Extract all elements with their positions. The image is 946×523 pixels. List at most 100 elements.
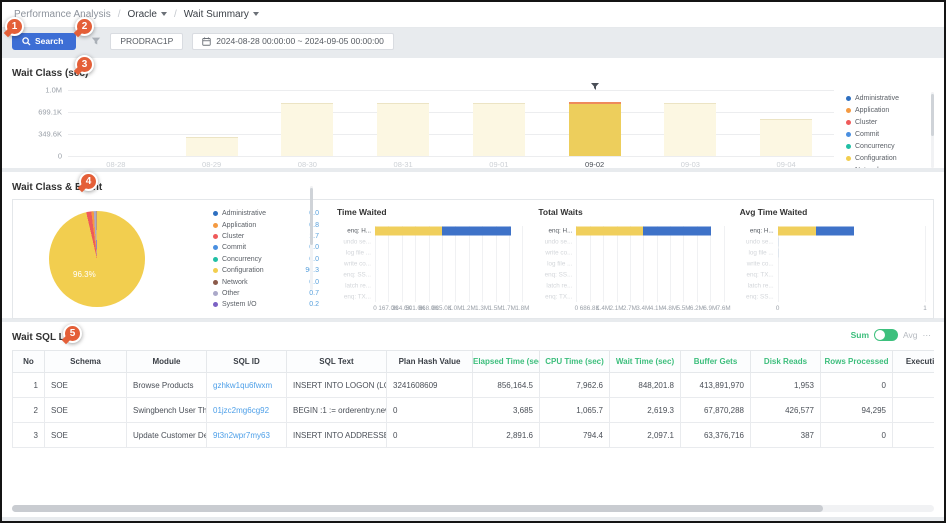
scrollbar-thumb[interactable] [931,94,934,136]
time-waited-chart: Time Waited 0167.0K334.0K501.0K668.0K835… [329,200,530,318]
sql-id-link[interactable]: gzhkw1qu6fwxm [207,373,287,398]
y-axis-label: enq: TX... [536,293,572,300]
bar[interactable] [377,103,429,156]
gridline [925,226,926,302]
column-header-sql-text[interactable]: SQL Text [287,351,387,373]
y-axis-label: enq: H... [738,228,774,235]
breadcrumb: Performance Analysis / Oracle / Wait Sum… [2,2,944,28]
search-button[interactable]: Search [12,33,76,50]
bar[interactable] [473,103,525,156]
column-header-disk-reads[interactable]: Disk Reads [751,351,821,373]
bar[interactable] [576,227,723,236]
wait-event-card: Wait Class & Event 96.3% Administrative0… [2,172,944,318]
legend-item-application[interactable]: Application [846,104,930,116]
column-header-cpu-time-sec-[interactable]: CPU Time (sec) [540,351,610,373]
column-header-wait-time-sec-[interactable]: Wait Time (sec) [610,351,681,373]
column-header-buffer-gets[interactable]: Buffer Gets [681,351,751,373]
bar-segment-configuration [569,104,621,156]
table-row[interactable]: 1SOEBrowse Productsgzhkw1qu6fwxmINSERT I… [13,373,935,398]
wait-class-pie-chart[interactable] [49,211,145,307]
column-header-sql-id[interactable]: SQL ID [207,351,287,373]
bar[interactable] [375,227,522,236]
pie-legend-item-system-i-o[interactable]: System I/O0.2 [213,299,319,310]
pie-legend-item-application[interactable]: Application0.8 [213,219,319,230]
pie-legend-item-concurrency[interactable]: Concurrency0.0 [213,254,319,265]
sql-id-link[interactable]: 9t3n2wpr7my63 [207,423,287,448]
y-axis-label: enq: TX... [335,293,371,300]
legend-item-network[interactable]: Network [846,164,930,168]
table-cell [893,423,935,448]
legend-item-commit[interactable]: Commit [846,128,930,140]
more-options-icon[interactable]: ⋯ [923,330,933,341]
legend-dot-icon [846,156,851,161]
avg-time-waited-plot: 01enq: H...undo se...log file ...write c… [778,226,925,302]
breadcrumb-separator: / [174,9,177,20]
legend-item-concurrency[interactable]: Concurrency [846,140,930,152]
legend-scrollbar[interactable] [931,92,934,168]
table-cell: 0 [821,373,893,398]
pie-legend-item-configuration[interactable]: Configuration96.3 [213,265,319,276]
x-axis-label: 08-29 [202,160,221,169]
column-header-module[interactable]: Module [127,351,207,373]
legend-item-administrative[interactable]: Administrative [846,92,930,104]
table-cell [893,373,935,398]
y-axis-label: undo se... [536,239,572,246]
pie-legend-item-network[interactable]: Network0.0 [213,276,319,287]
column-header-elapsed-time-sec-[interactable]: Elapsed Time (sec) [473,351,540,373]
bar[interactable] [760,119,812,156]
pie-legend-item-commit[interactable]: Commit0.0 [213,242,319,253]
breadcrumb-root[interactable]: Performance Analysis [14,9,111,20]
column-header-plan-hash-value[interactable]: Plan Hash Value [387,351,473,373]
gridline [509,226,510,302]
y-axis-label: log file ... [536,261,572,268]
filter-icon[interactable] [91,36,101,46]
instance-select[interactable]: PRODRAC1P [110,33,183,50]
avg-time-waited-chart: Avg Time Waited 01enq: H...undo se...log… [732,200,933,318]
legend-dot-icon [213,234,218,239]
scrollbar-thumb[interactable] [12,505,823,512]
column-header-schema[interactable]: Schema [45,351,127,373]
table-cell: Browse Products [127,373,207,398]
wait-event-panel: 96.3% Administrative0.0Application0.8Clu… [12,199,934,319]
bar[interactable] [778,238,925,247]
table-cell: 1 [13,373,45,398]
table-row[interactable]: 2SOESwingbench User Thre...01jzc2mg6cg92… [13,398,935,423]
legend-item-cluster[interactable]: Cluster [846,116,930,128]
legend-label: Network [855,167,881,169]
legend-item-configuration[interactable]: Configuration [846,152,930,164]
date-range-picker[interactable]: 2024-08-28 00:00:00 ~ 2024-09-05 00:00:0… [192,33,394,50]
scrollbar-thumb[interactable] [310,188,313,245]
gridline [482,226,483,302]
breadcrumb-separator: / [118,9,121,20]
bar[interactable] [778,249,925,258]
breadcrumb-page-dropdown[interactable]: Wait Summary [184,9,259,20]
annotation-badge-3: 3 [75,55,94,74]
legend-label: Other [222,290,240,297]
breadcrumb-db-dropdown[interactable]: Oracle [128,9,167,20]
x-axis-label: 09-02 [585,160,604,169]
y-axis-label: latch re... [536,282,572,289]
bar[interactable] [664,103,716,156]
gridline [496,226,497,302]
y-axis-label: undo se... [335,239,371,246]
bar[interactable] [186,137,238,156]
pie-legend-item-cluster[interactable]: Cluster1.7 [213,231,319,242]
bar[interactable] [281,103,333,156]
pie-legend-scrollbar[interactable] [310,186,313,290]
wait-sql-table: NoSchemaModuleSQL IDSQL TextPlan Hash Va… [12,350,934,448]
column-header-executio[interactable]: Executio [893,351,935,373]
table-row[interactable]: 3SOEUpdate Customer Detai...9t3n2wpr7my6… [13,423,935,448]
bar-segment [375,227,442,236]
app-window: Performance Analysis / Oracle / Wait Sum… [0,0,946,523]
pie-legend-item-other[interactable]: Other0.7 [213,288,319,299]
pie-legend-item-administrative[interactable]: Administrative0.0 [213,208,319,219]
bar[interactable] [778,227,925,236]
sql-id-link[interactable]: 01jzc2mg6cg92 [207,398,287,423]
column-header-no[interactable]: No [13,351,45,373]
selected-bar[interactable] [569,102,621,156]
filter-marker-icon[interactable] [590,78,599,96]
annotation-badge-1: 1 [5,17,24,36]
column-header-rows-processed[interactable]: Rows Processed [821,351,893,373]
horizontal-scrollbar[interactable] [12,505,934,512]
sum-avg-toggle[interactable] [874,329,898,341]
